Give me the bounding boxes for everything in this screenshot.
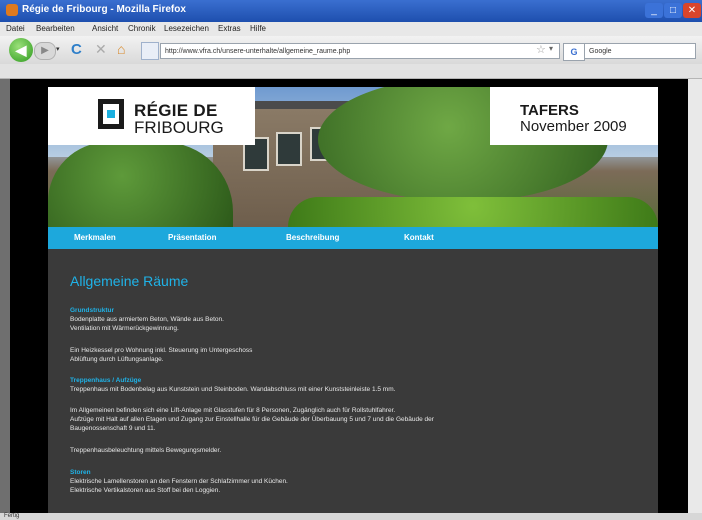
back-button[interactable]: ◀ — [9, 38, 33, 62]
bookmarks-toolbar — [0, 64, 702, 79]
section-text: Ventilation mit Wärmerückgewinnung. — [70, 325, 179, 332]
site-favicon-icon — [141, 42, 159, 60]
site-navigation: Merkmalen Präsentation Beschreibung Kont… — [48, 227, 658, 249]
section-text: Aufzüge mit Halt auf allen Etagen und Zu… — [70, 416, 434, 423]
section-text: Elektrische Vertikalstoren aus Stoff bei… — [70, 487, 221, 494]
url-input[interactable]: http://www.vfra.ch/unsere-unterhalte/all… — [160, 43, 560, 59]
section-title: Treppenhaus / Aufzüge — [70, 377, 142, 384]
forward-button[interactable]: ▶ — [34, 42, 56, 60]
menu-item-tools[interactable]: Extras — [218, 24, 241, 33]
nav-link-contact[interactable]: Kontakt — [404, 233, 434, 242]
page-title: Allgemeine Räume — [70, 273, 189, 289]
close-button[interactable]: ✕ — [683, 3, 701, 18]
history-dropdown-icon[interactable]: ▾ — [56, 42, 64, 58]
section-text: Treppenhaus mit Bodenbelag aus Kunststei… — [70, 386, 396, 393]
section-title: Storen — [70, 469, 91, 476]
url-dropdown-icon[interactable]: ▾ — [549, 44, 553, 53]
menu-item-edit[interactable]: Bearbeiten — [36, 24, 75, 33]
page-viewport: RÉGIE DE FRIBOURG TAFERS November 2009 M… — [10, 79, 688, 513]
menu-item-bookmarks[interactable]: Lesezeichen — [164, 24, 209, 33]
section-text: Treppenhausbeleuchtung mittels Bewegungs… — [70, 447, 222, 454]
home-button[interactable]: ⌂ — [117, 41, 125, 57]
nav-link-merkmalen[interactable]: Merkmalen — [74, 233, 116, 242]
menu-item-file[interactable]: Datei — [6, 24, 25, 33]
logo-dot-icon — [107, 110, 115, 118]
menu-item-help[interactable]: Hilfe — [250, 24, 266, 33]
event-location: TAFERS — [520, 102, 579, 119]
event-date: November 2009 — [520, 118, 627, 135]
nav-link-description[interactable]: Beschreibung — [286, 233, 339, 242]
nav-link-presentation[interactable]: Präsentation — [168, 233, 216, 242]
bookmark-star-icon[interactable]: ☆ — [536, 43, 546, 56]
section-text: Baugenossenschaft 9 und 11. — [70, 425, 156, 432]
header-photo: RÉGIE DE FRIBOURG TAFERS November 2009 — [48, 87, 658, 227]
content-area: Allgemeine Räume Grundstruktur Bodenplat… — [48, 249, 658, 513]
status-bar: Fertig — [0, 513, 702, 520]
search-engine-icon[interactable]: G — [563, 43, 585, 61]
menu-item-view[interactable]: Ansicht — [92, 24, 118, 33]
search-input[interactable]: Google — [584, 43, 696, 59]
site-logo[interactable]: RÉGIE DE FRIBOURG — [48, 87, 255, 145]
minimize-button[interactable]: _ — [645, 3, 663, 18]
section-title: Grundstruktur — [70, 307, 115, 314]
menu-item-history[interactable]: Chronik — [128, 24, 156, 33]
event-banner: TAFERS November 2009 — [490, 87, 658, 145]
window-title: Régie de Fribourg - Mozilla Firefox — [22, 4, 186, 15]
section-text: Bodenplatte aus armiertem Beton, Wände a… — [70, 316, 224, 323]
firefox-icon — [6, 4, 18, 16]
logo-text-line2: FRIBOURG — [134, 118, 224, 137]
building-window — [276, 132, 302, 166]
section-text: Ablüftung durch Lüftungsanlage. — [70, 356, 164, 363]
hedge-image — [288, 197, 658, 227]
vertical-scrollbar[interactable] — [688, 79, 702, 513]
stop-button[interactable]: ✕ — [95, 41, 107, 58]
section-text: Elektrische Lamellenstoren an den Fenste… — [70, 478, 288, 485]
section-text: Ein Heizkessel pro Wohnung inkl. Steueru… — [70, 347, 253, 354]
maximize-button[interactable]: □ — [664, 3, 682, 18]
reload-button[interactable]: C — [71, 41, 82, 58]
section-text: Im Allgemeinen befinden sich eine Lift-A… — [70, 407, 396, 414]
